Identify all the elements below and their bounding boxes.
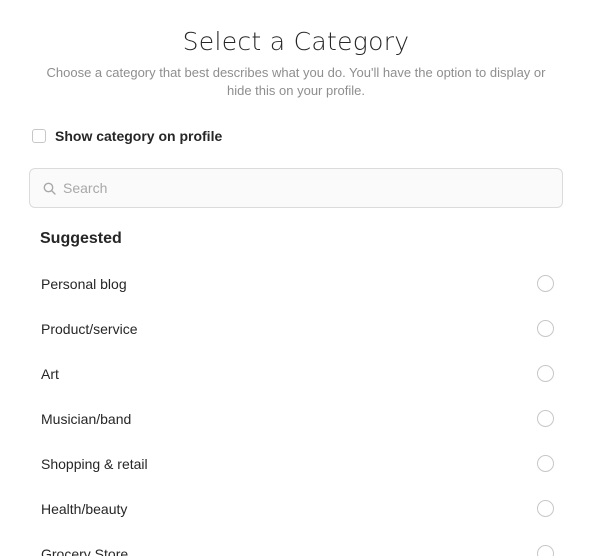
category-item-grocery-store[interactable]: Grocery Store (0, 531, 592, 556)
category-label: Personal blog (41, 275, 127, 292)
suggested-heading: Suggested (40, 230, 122, 247)
show-category-checkbox[interactable] (32, 129, 46, 143)
category-radio[interactable] (537, 545, 554, 556)
category-item-health-beauty[interactable]: Health/beauty (0, 486, 592, 531)
category-radio[interactable] (537, 500, 554, 517)
search-input[interactable] (63, 180, 543, 196)
search-box[interactable] (29, 168, 563, 208)
category-item-shopping-retail[interactable]: Shopping & retail (0, 441, 592, 486)
category-list: Personal blog Product/service Art Musici… (0, 261, 592, 556)
category-item-musician-band[interactable]: Musician/band (0, 396, 592, 441)
category-label: Grocery Store (41, 545, 129, 556)
category-radio[interactable] (537, 455, 554, 472)
category-label: Product/service (41, 320, 138, 337)
search-icon (42, 181, 56, 195)
category-item-personal-blog[interactable]: Personal blog (0, 261, 592, 306)
show-category-label: Show category on profile (55, 128, 223, 144)
category-label: Musician/band (41, 410, 132, 427)
category-item-product-service[interactable]: Product/service (0, 306, 592, 351)
category-label: Health/beauty (41, 500, 128, 517)
category-radio[interactable] (537, 320, 554, 337)
page-title: Select a Category (182, 27, 410, 56)
category-radio[interactable] (537, 275, 554, 292)
show-category-toggle[interactable]: Show category on profile (32, 127, 222, 145)
select-category-dialog: Select a Category Choose a category that… (0, 0, 592, 556)
page-subtitle: Choose a category that best describes wh… (46, 65, 546, 98)
category-label: Shopping & retail (41, 455, 148, 472)
category-radio[interactable] (537, 410, 554, 427)
category-radio[interactable] (537, 365, 554, 382)
category-item-art[interactable]: Art (0, 351, 592, 396)
category-label: Art (41, 365, 59, 382)
